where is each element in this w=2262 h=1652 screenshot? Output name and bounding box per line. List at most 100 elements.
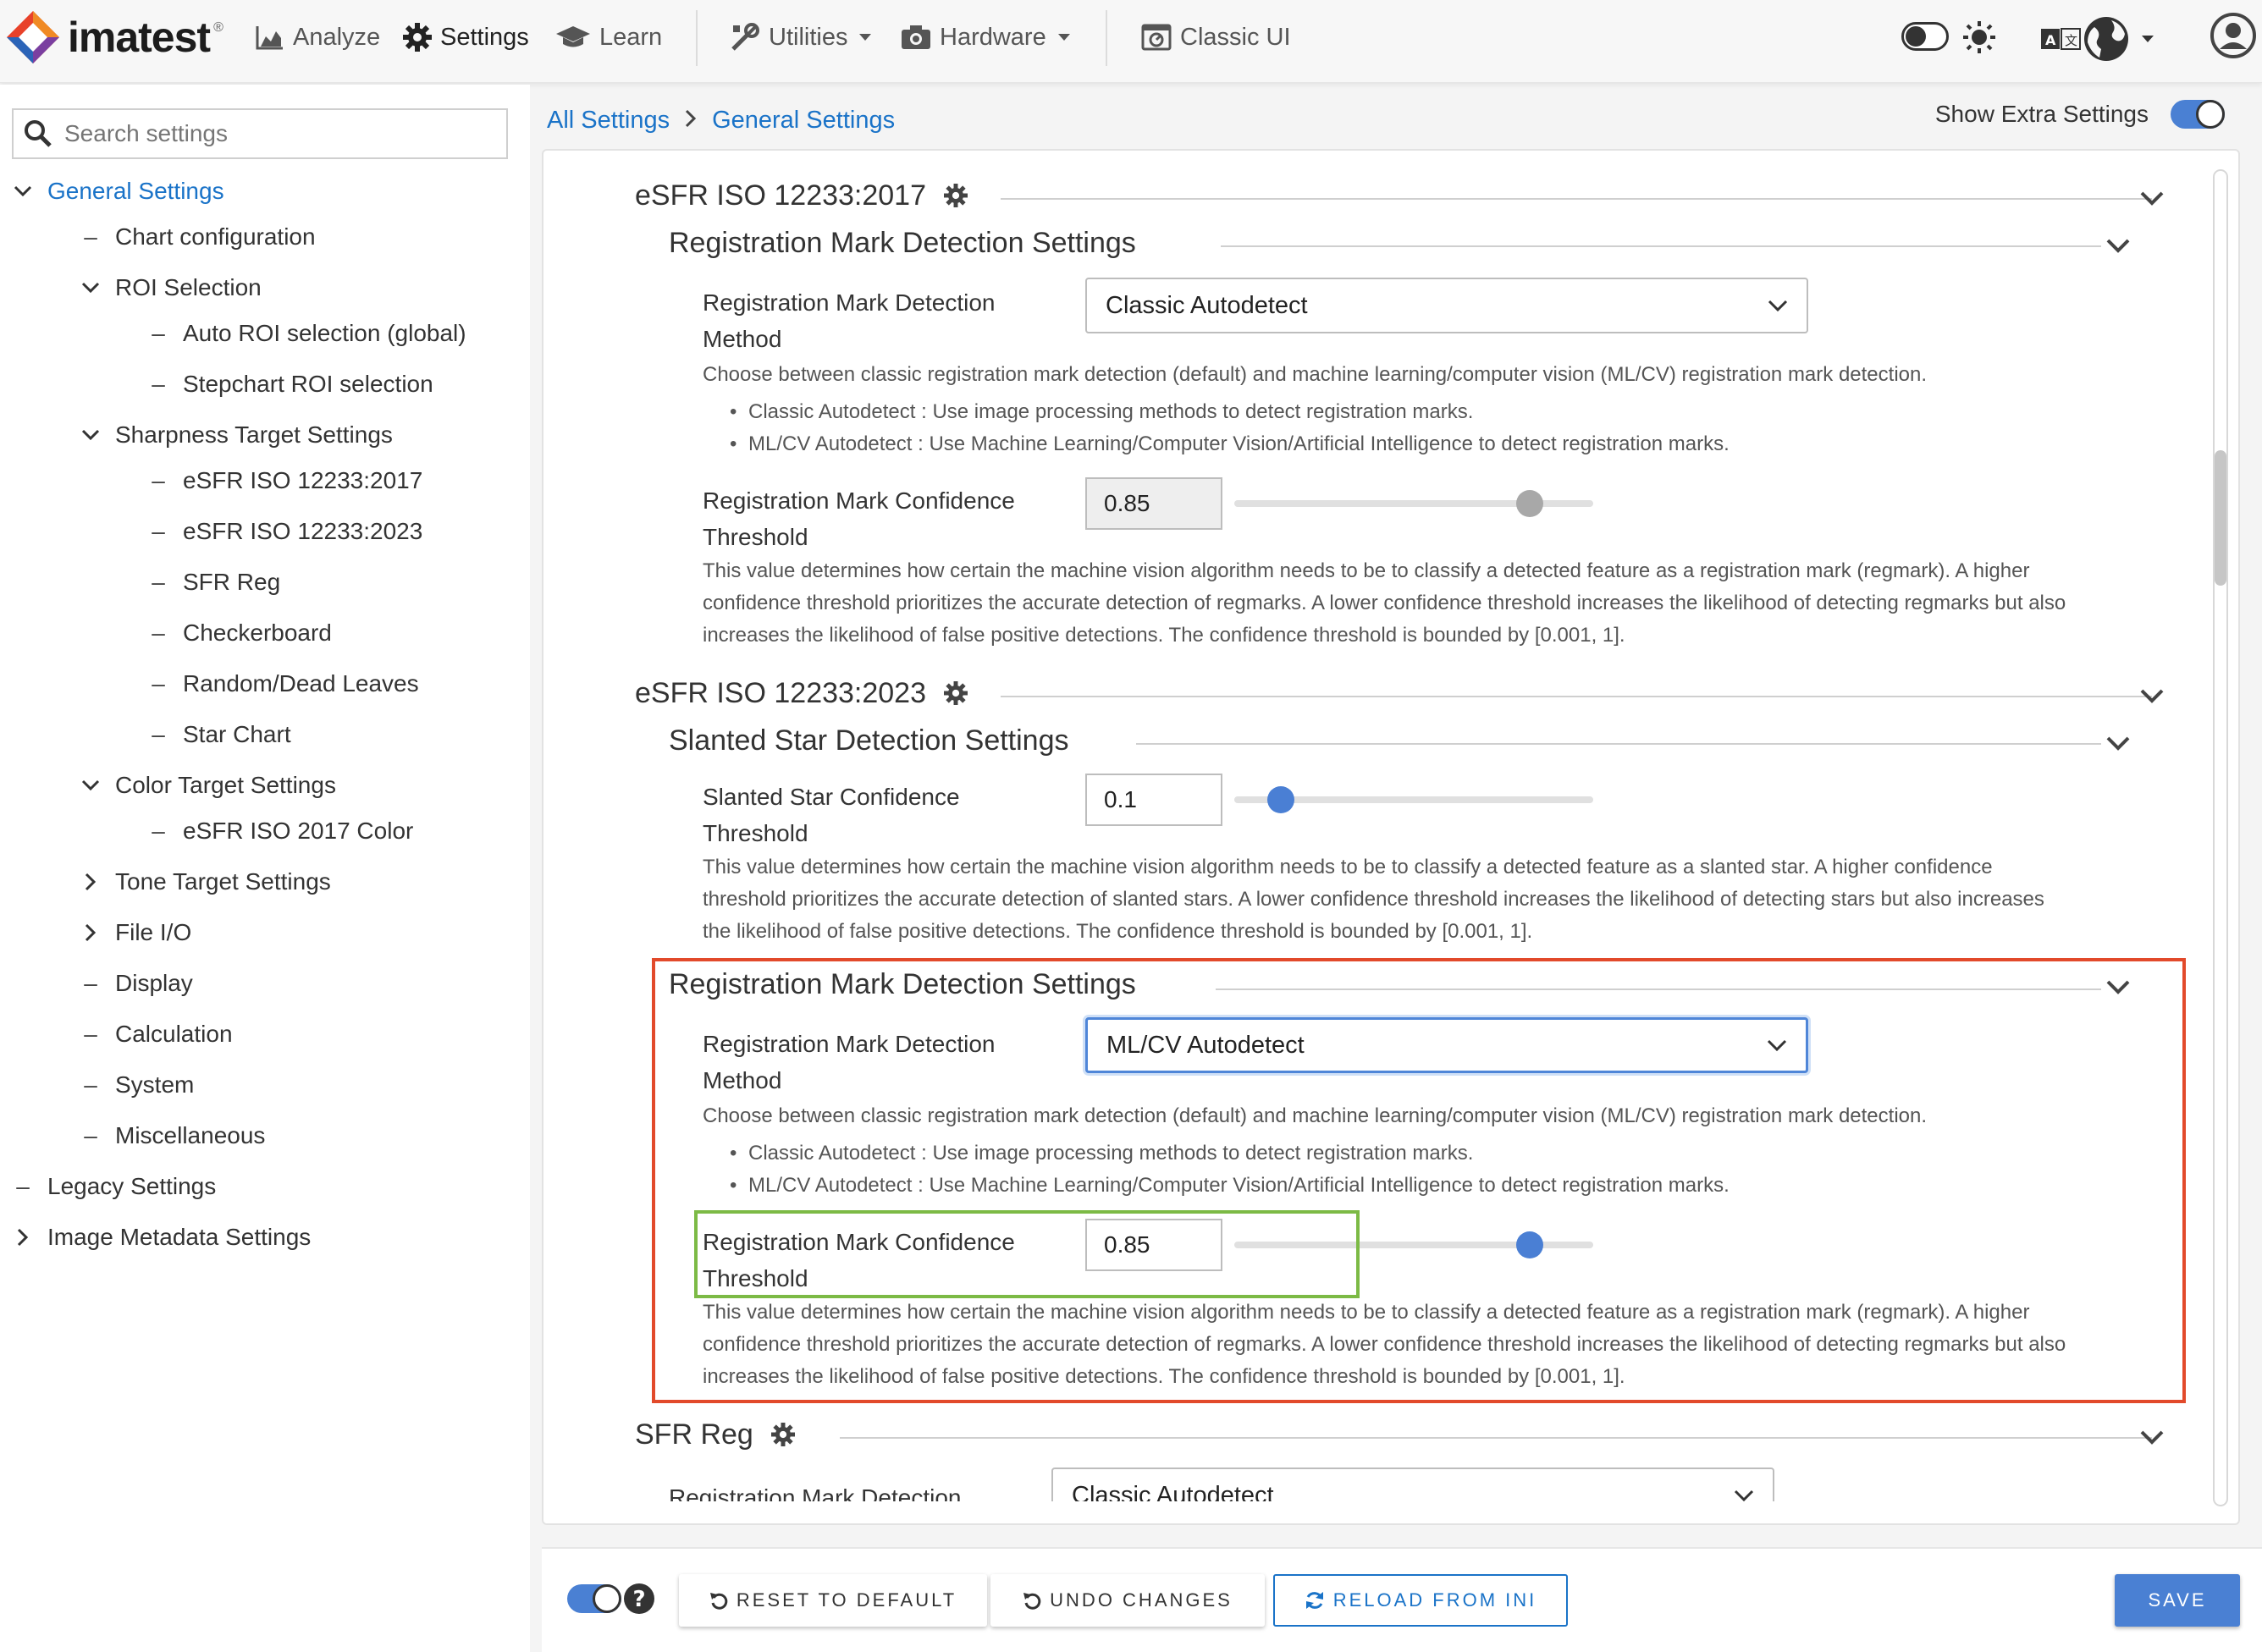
imatest-logo[interactable]: imatest ® [5, 0, 223, 74]
save-button[interactable]: SAVE [2115, 1574, 2240, 1627]
show-extra-settings-toggle[interactable] [2171, 100, 2225, 129]
sidebar-item-chart-configuration[interactable]: – Chart configuration [78, 220, 315, 254]
breadcrumb-general-settings[interactable]: General Settings [712, 107, 895, 135]
chevron-down-icon[interactable] [78, 282, 103, 294]
sidebar-item-sfr-reg[interactable]: – SFR Reg [146, 565, 280, 599]
sidebar-item-random-dead-leaves[interactable]: – Random/Dead Leaves [146, 667, 419, 701]
nav-utilities[interactable]: Utilities [730, 0, 881, 74]
detection-method-select[interactable]: Classic Autodetect [1085, 278, 1808, 333]
nav-settings[interactable]: Settings [403, 0, 529, 74]
scrollbar-thumb[interactable] [2215, 450, 2226, 586]
sidebar-item-miscellaneous[interactable]: – Miscellaneous [78, 1119, 265, 1153]
sidebar-item-checkerboard[interactable]: – Checkerboard [146, 616, 332, 650]
chevron-down-icon[interactable] [78, 429, 103, 441]
sidebar-item-legacy-settings[interactable]: – Legacy Settings [10, 1170, 216, 1203]
select-value: Classic Autodetect [1106, 291, 1308, 319]
collapse-chevron-icon[interactable] [2135, 679, 2169, 713]
gear-icon [403, 23, 432, 52]
subsection-title: Registration Mark Detection Settings [669, 227, 1151, 260]
sidebar-item-image-metadata[interactable]: Image Metadata Settings [10, 1220, 311, 1254]
scrollbar[interactable] [2213, 169, 2228, 1506]
chevron-down-icon[interactable] [78, 779, 103, 791]
caret-down-icon [2142, 36, 2154, 42]
button-label: RELOAD FROM INI [1332, 1589, 1537, 1611]
sidebar-item-label: File I/O [115, 919, 192, 945]
search-box[interactable] [12, 108, 508, 159]
dash-icon: – [84, 1122, 97, 1148]
gear-icon[interactable] [764, 1415, 803, 1454]
dash-icon: – [152, 320, 165, 346]
button-label: UNDO CHANGES [1050, 1589, 1233, 1611]
sidebar-item-esfr-2023[interactable]: – eSFR ISO 12233:2023 [146, 515, 422, 548]
nav-utilities-label: Utilities [769, 23, 848, 51]
nav-learn[interactable]: Learn [555, 0, 662, 74]
bullet-classic: Classic Autodetect : Use image processin… [730, 396, 1473, 428]
reset-to-default-button[interactable]: RESET TO DEFAULT [679, 1574, 987, 1627]
collapse-chevron-icon[interactable] [2101, 726, 2135, 760]
sidebar-item-label: Image Metadata Settings [47, 1224, 312, 1250]
confidence-slider-thumb[interactable] [1516, 490, 1544, 517]
star-confidence-slider-thumb[interactable] [1267, 786, 1295, 813]
dash-icon: – [84, 1071, 97, 1098]
highlight-box-green [694, 1210, 1360, 1298]
user-account-icon[interactable] [2210, 12, 2257, 59]
help-icon[interactable]: ? [623, 1583, 655, 1615]
section-sfr-reg: SFR Reg [635, 1415, 818, 1454]
footer-toggle[interactable] [567, 1584, 621, 1613]
sidebar-item-esfr-2017-color[interactable]: – eSFR ISO 2017 Color [146, 814, 413, 848]
chevron-down-icon[interactable] [10, 185, 36, 197]
sidebar-item-roi-selection[interactable]: ROI Selection [78, 271, 262, 305]
chevron-right-icon[interactable] [78, 873, 103, 891]
sidebar-item-stepchart-roi[interactable]: – Stepchart ROI selection [146, 367, 433, 401]
search-icon [25, 120, 52, 147]
sidebar-item-star-chart[interactable]: – Star Chart [146, 718, 290, 752]
brightness-icon[interactable] [1962, 20, 1996, 54]
sidebar-item-general-settings[interactable]: General Settings [10, 174, 224, 208]
gear-icon[interactable] [936, 674, 975, 713]
section-divider [1001, 696, 2152, 697]
nav-hardware[interactable]: Hardware [901, 0, 1080, 74]
sidebar-item-label: Random/Dead Leaves [183, 670, 419, 697]
sidebar-item-tone-target[interactable]: Tone Target Settings [78, 865, 331, 899]
dark-mode-toggle[interactable] [1901, 22, 1949, 51]
dash-icon: – [152, 620, 165, 646]
confidence-input[interactable]: 0.85 [1085, 477, 1222, 530]
chevron-down-icon [1768, 300, 1788, 311]
language-selector[interactable]: A文 [2040, 15, 2155, 63]
sidebar-item-system[interactable]: – System [78, 1068, 194, 1102]
sidebar-item-display[interactable]: – Display [78, 966, 193, 1000]
sidebar-item-label: System [115, 1071, 195, 1098]
chevron-right-icon[interactable] [78, 923, 103, 942]
logo-registered-mark: ® [213, 20, 223, 35]
nav-classic-ui[interactable]: Classic UI [1141, 0, 1291, 74]
dash-icon: – [152, 371, 165, 397]
graduation-cap-icon [556, 26, 590, 47]
section-divider [840, 1437, 2152, 1439]
collapse-chevron-icon[interactable] [2135, 181, 2169, 215]
action-footer: ? RESET TO DEFAULT UNDO CHANGES RELOAD F… [542, 1547, 2262, 1652]
breadcrumb-all-settings[interactable]: All Settings [547, 107, 670, 135]
sidebar-item-esfr-2017[interactable]: – eSFR ISO 12233:2017 [146, 464, 422, 498]
sidebar-item-auto-roi[interactable]: – Auto ROI selection (global) [146, 317, 466, 350]
sidebar-item-file-io[interactable]: File I/O [78, 916, 191, 950]
top-navigation-bar: imatest ® Analyze Settings Learn Utiliti… [0, 0, 2262, 83]
collapse-chevron-icon[interactable] [2101, 229, 2135, 262]
section-title: eSFR ISO 12233:2017 [635, 179, 927, 212]
chevron-right-icon[interactable] [10, 1228, 36, 1247]
collapse-chevron-icon[interactable] [2135, 1420, 2169, 1454]
sidebar-item-color-target[interactable]: Color Target Settings [78, 768, 336, 802]
tools-icon [731, 23, 759, 51]
nav-analyze[interactable]: Analyze [256, 0, 380, 74]
sidebar-item-label: Tone Target Settings [115, 868, 331, 895]
dash-icon: – [152, 569, 165, 595]
dash-icon: – [152, 467, 165, 493]
reload-from-ini-button[interactable]: RELOAD FROM INI [1273, 1574, 1568, 1627]
star-confidence-input[interactable]: 0.1 [1085, 774, 1222, 826]
undo-changes-button[interactable]: UNDO CHANGES [990, 1574, 1265, 1627]
dash-icon: – [152, 670, 165, 697]
search-input[interactable] [64, 120, 488, 147]
sidebar-item-sharpness-target[interactable]: Sharpness Target Settings [78, 418, 393, 452]
gear-icon[interactable] [936, 176, 975, 215]
panel-clip [543, 1501, 2203, 1523]
sidebar-item-calculation[interactable]: – Calculation [78, 1017, 232, 1051]
